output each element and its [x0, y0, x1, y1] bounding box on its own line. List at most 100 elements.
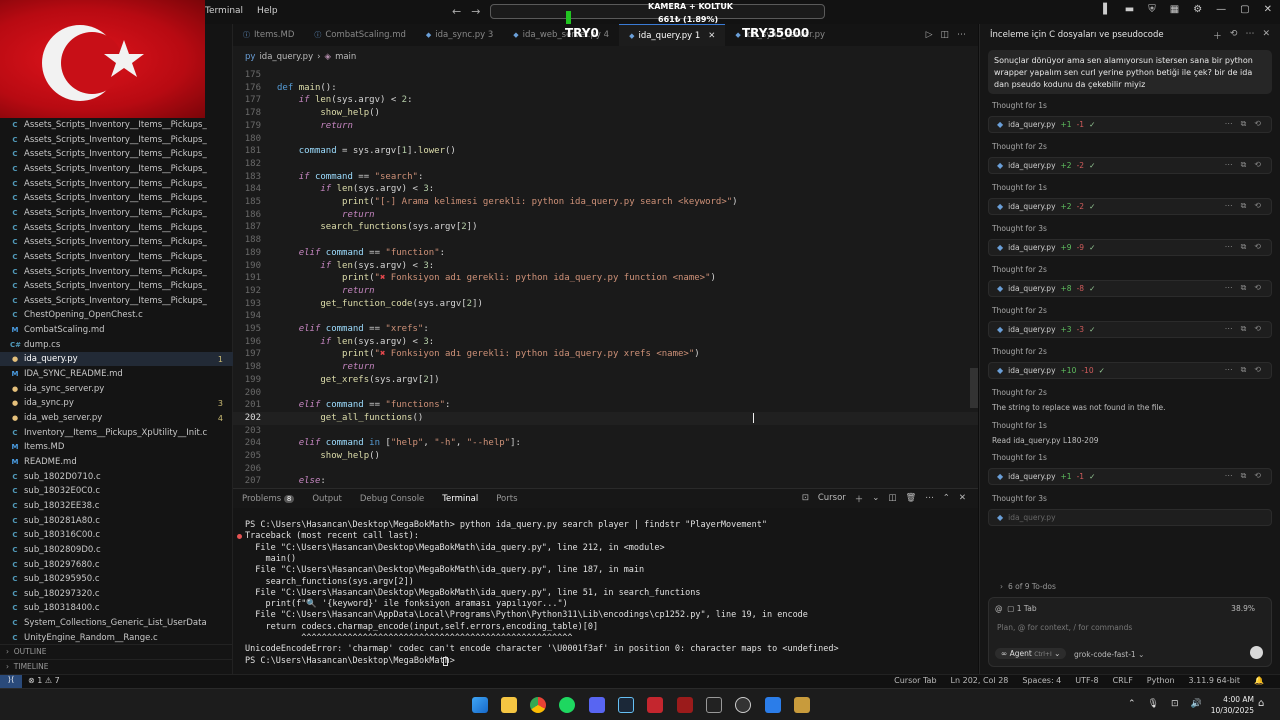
copy-icon[interactable]: ⧉ — [1241, 201, 1247, 211]
cursor-position[interactable]: Ln 202, Col 28 — [951, 676, 1009, 685]
history-icon[interactable]: ⟲ — [1254, 119, 1261, 129]
code-line[interactable]: 202 get_all_functions() — [233, 411, 978, 425]
line-endings[interactable]: CRLF — [1113, 676, 1133, 685]
pending-file-card[interactable]: ◆ ida_query.py — [988, 509, 1272, 526]
code-line[interactable]: 189 elif command == "function": — [233, 247, 978, 260]
back-arrow-icon[interactable]: ← — [452, 5, 461, 18]
tab-output[interactable]: Output — [303, 494, 351, 504]
discord-icon[interactable] — [589, 697, 605, 713]
layout-grid-icon[interactable]: ▦ — [1170, 4, 1179, 15]
thought-duration[interactable]: Thought for 2s — [992, 265, 1047, 274]
file-item[interactable]: C Assets_Scripts_Inventory__Items__Pickup… — [0, 221, 233, 235]
layout-sidebar-icon[interactable]: ▌ — [1103, 4, 1111, 15]
timeline-section[interactable]: › TIMELINE — [0, 659, 233, 673]
layout-panel-icon[interactable]: ▬ — [1125, 4, 1134, 15]
code-line[interactable]: 198 return — [233, 361, 978, 374]
code-line[interactable]: 206 — [233, 463, 978, 476]
bell-icon[interactable]: 🔔 — [1254, 676, 1264, 685]
history-icon[interactable]: ⟲ — [1254, 242, 1261, 252]
breadcrumb-symbol[interactable]: main — [335, 52, 356, 62]
code-line[interactable]: 185 print("[-] Arama kelimesi gerekli: p… — [233, 196, 978, 209]
code-line[interactable]: 201 elif command == "functions": — [233, 399, 978, 412]
windows-start-icon[interactable] — [472, 697, 488, 713]
file-item[interactable]: Csub_180295950.c — [0, 572, 233, 586]
file-item[interactable]: Csub_180281A80.c — [0, 514, 233, 528]
more-icon[interactable]: ⋯ — [1225, 365, 1233, 375]
history-icon[interactable]: ⟲ — [1230, 29, 1238, 42]
tab-problems[interactable]: Problems 8 — [233, 494, 303, 504]
language-mode[interactable]: Python — [1147, 676, 1175, 685]
forward-arrow-icon[interactable]: → — [471, 5, 480, 18]
file-item[interactable]: M CombatScaling.md — [0, 323, 233, 337]
code-line[interactable]: 177 if len(sys.argv) < 2: — [233, 94, 978, 107]
obs-icon[interactable] — [735, 697, 751, 713]
file-item[interactable]: Csub_18032EE38.c — [0, 499, 233, 513]
user-prompt[interactable]: Sonuçlar dönüyor ama sen alamıyorsun ist… — [988, 50, 1272, 94]
shell-label[interactable]: Cursor — [818, 493, 846, 505]
more-icon[interactable]: ⋯ — [1225, 201, 1233, 211]
copy-icon[interactable]: ⧉ — [1241, 160, 1247, 170]
copy-icon[interactable]: ⧉ — [1241, 283, 1247, 293]
trash-icon[interactable]: 🗑 — [905, 493, 916, 505]
close-icon[interactable]: ✕ — [1262, 29, 1270, 42]
copy-icon[interactable]: ⧉ — [1241, 471, 1247, 481]
more-icon[interactable]: ⋯ — [1225, 324, 1233, 334]
more-icon[interactable]: ⋯ — [1245, 29, 1254, 42]
code-line[interactable]: 180 — [233, 133, 978, 146]
code-line[interactable]: 188 — [233, 234, 978, 247]
python-version[interactable]: 3.11.9 64-bit — [1189, 676, 1241, 685]
history-icon[interactable]: ⟲ — [1254, 471, 1261, 481]
code-line[interactable]: 194 — [233, 310, 978, 323]
file-item[interactable]: C ChestOpening_OpenChest.c — [0, 308, 233, 322]
history-icon[interactable]: ⟲ — [1254, 201, 1261, 211]
close-panel-icon[interactable]: ✕ — [959, 493, 966, 505]
steam-icon[interactable] — [618, 697, 634, 713]
file-item[interactable]: C UnityEngine_Random__Range.c — [0, 631, 233, 645]
code-line[interactable]: 207 else: — [233, 475, 978, 488]
file-edit-card[interactable]: ◆ ida_query.py +1 -1 ✓ ⋯ ⧉ ⟲ — [988, 116, 1272, 133]
menu-terminal[interactable]: Terminal — [205, 6, 243, 16]
record-app-icon[interactable] — [647, 697, 663, 713]
file-edit-card[interactable]: ◆ ida_query.py +3 -3 ✓ ⋯ ⧉ ⟲ — [988, 321, 1272, 338]
code-line[interactable]: 191 print("✖ Fonksiyon adı gerekli: pyth… — [233, 272, 978, 285]
file-item[interactable]: C Assets_Scripts_Inventory__Items__Pickup… — [0, 133, 233, 147]
chevron-up-icon[interactable]: ⌃ — [1128, 699, 1136, 709]
history-icon[interactable]: ⟲ — [1254, 365, 1261, 375]
file-item[interactable]: Csub_1802809D0.c — [0, 543, 233, 557]
history-icon[interactable]: ⟲ — [1254, 160, 1261, 170]
file-item[interactable]: ● ida_sync_server.py — [0, 382, 233, 396]
file-item[interactable]: ● ida_web_server.py 4 — [0, 411, 233, 425]
editor-tab[interactable]: ◆ ida_query.py 1 ✕ — [619, 24, 726, 46]
file-item[interactable]: C Assets_Scripts_Inventory__Items__Pickup… — [0, 162, 233, 176]
thought-duration[interactable]: Thought for 1s — [992, 101, 1047, 110]
context-chip[interactable]: @ ▢ 1 Tab — [995, 604, 1037, 613]
split-editor-icon[interactable]: ◫ — [940, 30, 949, 40]
chrome-icon[interactable] — [530, 697, 546, 713]
file-item[interactable]: C Assets_Scripts_Inventory__Items__Pickup… — [0, 206, 233, 220]
code-line[interactable]: 182 — [233, 158, 978, 171]
clock[interactable]: 4:00 AM 10/30/2025 — [1208, 694, 1254, 716]
figure-app-icon[interactable] — [794, 697, 810, 713]
file-item[interactable]: ● ida_sync.py 3 — [0, 396, 233, 410]
file-item[interactable]: C System_Collections_Generic_List_UserDat… — [0, 616, 233, 630]
file-item[interactable]: ● ida_query.py 1 — [0, 352, 233, 367]
code-line[interactable]: 183 if command == "search": — [233, 171, 978, 184]
close-tab-icon[interactable]: ✕ — [708, 31, 715, 41]
tab-ports[interactable]: Ports — [487, 494, 526, 504]
file-item[interactable]: Csub_180297320.c — [0, 587, 233, 601]
file-edit-card[interactable]: ◆ ida_query.py +9 -9 ✓ ⋯ ⧉ ⟲ — [988, 239, 1272, 256]
spotify-icon[interactable] — [559, 697, 575, 713]
code-line[interactable]: 203 — [233, 425, 978, 438]
code-line[interactable]: 205 show_help() — [233, 450, 978, 463]
code-editor[interactable]: 175 176 def main(): 177 if len(sys.argv) < … — [233, 68, 978, 488]
file-item[interactable]: Csub_180318400.c — [0, 601, 233, 615]
file-item[interactable]: M README.md — [0, 455, 233, 469]
history-icon[interactable]: ⟲ — [1254, 324, 1261, 334]
code-line[interactable]: 199 get_xrefs(sys.argv[2]) — [233, 374, 978, 387]
todos-summary[interactable]: › 6 of 9 To-dos — [988, 577, 1272, 595]
copy-icon[interactable]: ⧉ — [1241, 242, 1247, 252]
more-icon[interactable]: ⋯ — [957, 30, 966, 40]
thought-duration[interactable]: Thought for 3s — [992, 224, 1047, 233]
notification-icon[interactable]: ⌂ — [1258, 698, 1264, 709]
code-line[interactable]: 193 get_function_code(sys.argv[2]) — [233, 298, 978, 311]
